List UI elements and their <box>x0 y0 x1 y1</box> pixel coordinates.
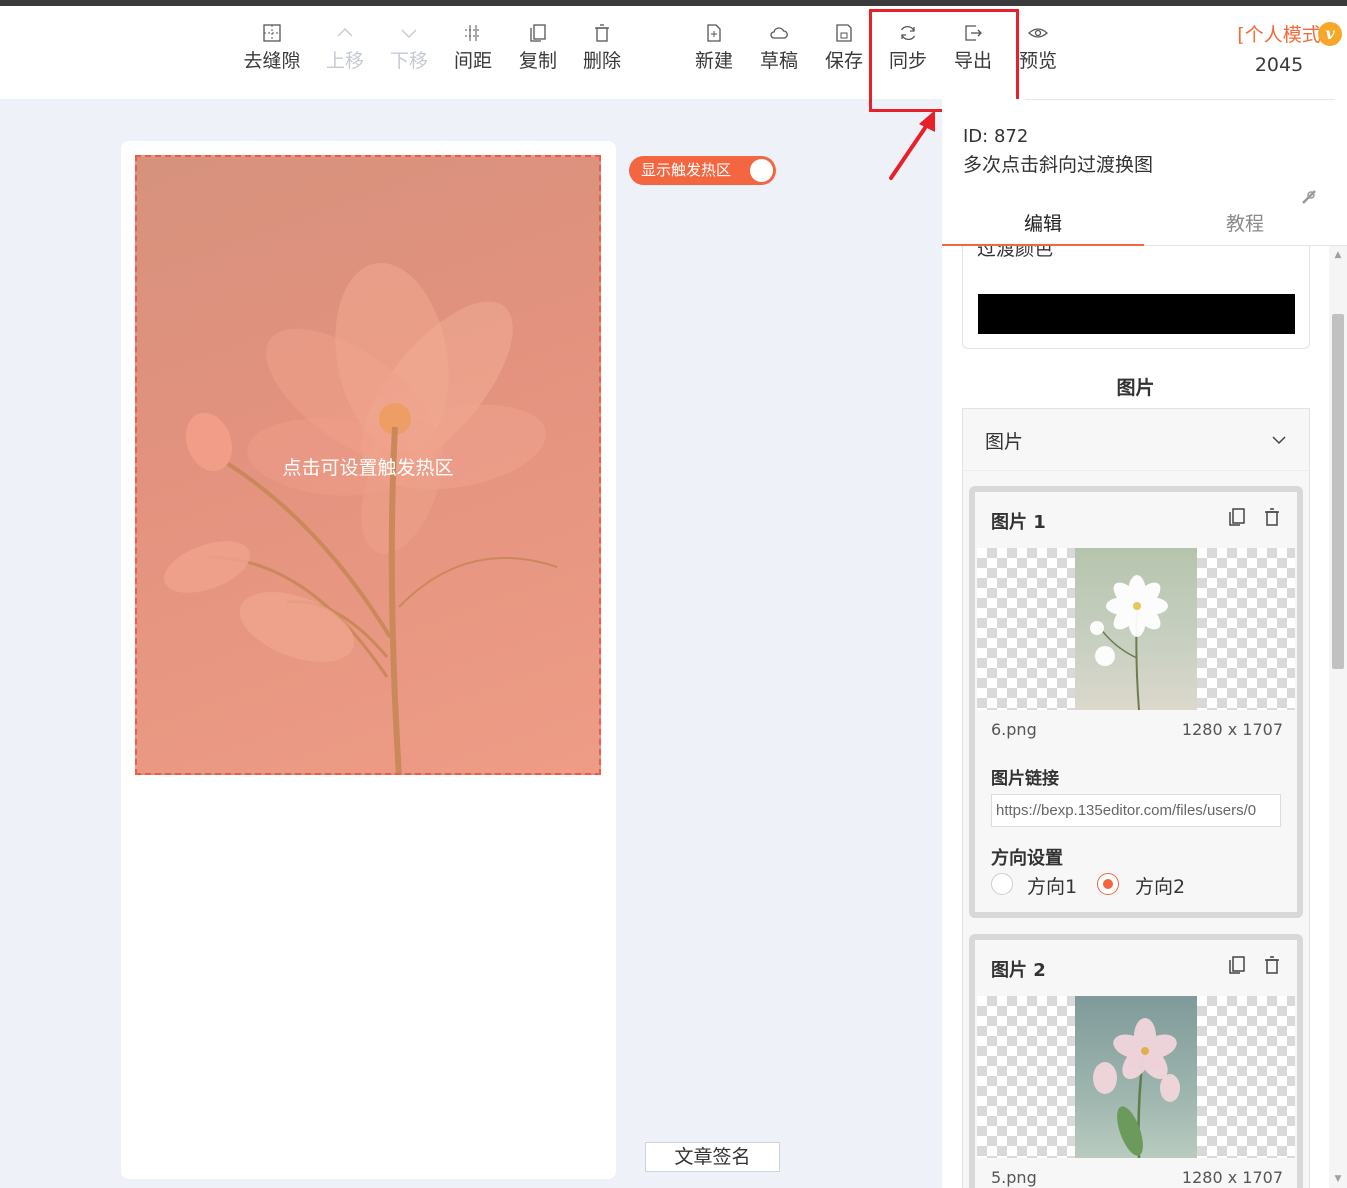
hotzone-image[interactable]: 点击可设置触发热区 <box>135 155 601 775</box>
scroll-down-arrow-icon[interactable]: ▼ <box>1329 1172 1347 1186</box>
mode-number: 2045 <box>1254 54 1304 76</box>
spacing-icon <box>465 25 481 41</box>
image-card-1: 图片 1 6.png 1280 x 1707 图片链接 https://bexp… <box>969 486 1303 918</box>
tab-edit[interactable]: 编辑 <box>942 205 1144 246</box>
image-thumbnail <box>1075 548 1197 710</box>
new-button[interactable]: 新建 <box>682 22 746 74</box>
direction-1-radio[interactable] <box>991 873 1013 895</box>
toolbar-label: 删除 <box>582 50 621 72</box>
toolbar-label: 新建 <box>694 50 733 72</box>
move-down-button[interactable]: 下移 <box>377 22 441 74</box>
trash-icon[interactable] <box>1261 506 1283 528</box>
grid-dotted-icon <box>263 24 281 42</box>
image-file-name: 5.png <box>991 1168 1037 1187</box>
trash-icon <box>595 24 609 42</box>
images-group-title: 图片 <box>985 431 1024 453</box>
panel-tabs: 编辑 教程 <box>942 205 1347 246</box>
transition-color-card: 过渡颜色 <box>962 246 1310 349</box>
transition-color-label: 过渡颜色 <box>977 246 1054 260</box>
annotation-arrow-icon <box>889 110 935 180</box>
spacing-button[interactable]: 间距 <box>441 22 505 74</box>
wrench-icon[interactable] <box>1300 188 1318 206</box>
copy-icon[interactable] <box>1226 506 1248 528</box>
image-link-input[interactable]: https://bexp.135editor.com/files/users/0 <box>991 794 1281 827</box>
toolbar-label: 间距 <box>453 50 492 72</box>
panel-scrollbar[interactable]: ▲ ▼ <box>1329 246 1347 1188</box>
draft-button[interactable]: 草稿 <box>747 22 811 74</box>
annotation-highlight-box <box>869 9 1019 112</box>
white-flower-illustration <box>1090 575 1168 710</box>
images-section-title: 图片 <box>1116 377 1155 399</box>
trash-icon[interactable] <box>1261 954 1283 976</box>
save-icon <box>836 24 852 42</box>
card-actions <box>1218 506 1283 532</box>
toolbar-label: 去缝隙 <box>243 50 301 72</box>
eye-icon <box>1028 28 1048 38</box>
scroll-up-arrow-icon[interactable]: ▲ <box>1329 248 1347 262</box>
direction-1-label: 方向1 <box>1027 876 1078 898</box>
panel-divider <box>1025 99 1335 100</box>
scrollbar-thumb[interactable] <box>1332 314 1344 669</box>
toolbar-label: 草稿 <box>759 50 798 72</box>
chevron-down-icon <box>1272 436 1286 445</box>
show-hotzone-toggle[interactable]: 显示触发热区 <box>629 156 776 185</box>
cloud-icon <box>770 27 788 39</box>
toolbar-label: 下移 <box>389 50 428 72</box>
toolbar-label: 保存 <box>824 50 863 72</box>
transition-color-swatch[interactable] <box>978 294 1295 334</box>
template-name: 多次点击斜向过渡换图 <box>963 154 1154 176</box>
images-group: 图片 图片 1 6.png 1280 x 1707 图片链接 https://b… <box>962 408 1310 1188</box>
direction-2-label: 方向2 <box>1135 876 1186 898</box>
toggle-label: 显示触发热区 <box>641 161 732 179</box>
image-file-size: 1280 x 1707 <box>1181 1168 1283 1187</box>
remove-gap-button[interactable]: 去缝隙 <box>240 22 304 74</box>
template-id: ID: 872 <box>963 126 1029 147</box>
image-card-title: 图片 2 <box>991 960 1046 981</box>
image-preview[interactable] <box>977 996 1295 1158</box>
save-button[interactable]: 保存 <box>812 22 876 74</box>
copy-icon[interactable] <box>1226 954 1248 976</box>
article-signature-button[interactable]: 文章签名 <box>645 1142 780 1172</box>
toggle-knob <box>750 159 773 182</box>
image-card-2: 图片 2 5.png 1280 x 1707 <box>969 934 1303 1188</box>
panel-scroll-area: 过渡颜色 图片 图片 图片 1 6.png 1280 x 1707 图片链接 h… <box>942 246 1329 1188</box>
direction-2-radio[interactable] <box>1097 873 1119 895</box>
vip-badge-icon: v <box>1318 22 1342 46</box>
chevron-up-icon <box>337 28 353 37</box>
toolbar-label: 复制 <box>518 50 557 72</box>
image-link-label: 图片链接 <box>991 769 1059 789</box>
image-file-size: 1280 x 1707 <box>1181 720 1283 739</box>
direction-settings-label: 方向设置 <box>991 848 1063 869</box>
chevron-down-icon <box>401 29 417 38</box>
image-file-name: 6.png <box>991 720 1037 739</box>
images-group-header[interactable]: 图片 <box>963 409 1309 471</box>
image-card-title: 图片 1 <box>991 512 1046 533</box>
toolbar: 去缝隙 上移 下移 间距 复制 删除 新建 草稿 保存 同步 导出 预览 [个人… <box>0 6 1347 99</box>
tab-tutorial[interactable]: 教程 <box>1144 205 1346 246</box>
copy-icon <box>530 24 546 42</box>
copy-button[interactable]: 复制 <box>506 22 570 74</box>
move-up-button[interactable]: 上移 <box>313 22 377 74</box>
account-mode[interactable]: [个人模式 v 2045 <box>1214 22 1344 82</box>
new-file-icon <box>707 24 721 42</box>
hotzone-hint: 点击可设置触发热区 <box>282 457 454 479</box>
image-preview[interactable] <box>977 548 1295 710</box>
toolbar-label: 上移 <box>325 50 364 72</box>
card-actions <box>1218 954 1283 980</box>
pink-flower-illustration <box>1093 1018 1180 1158</box>
image-thumbnail <box>1075 996 1197 1158</box>
delete-button[interactable]: 删除 <box>570 22 634 74</box>
